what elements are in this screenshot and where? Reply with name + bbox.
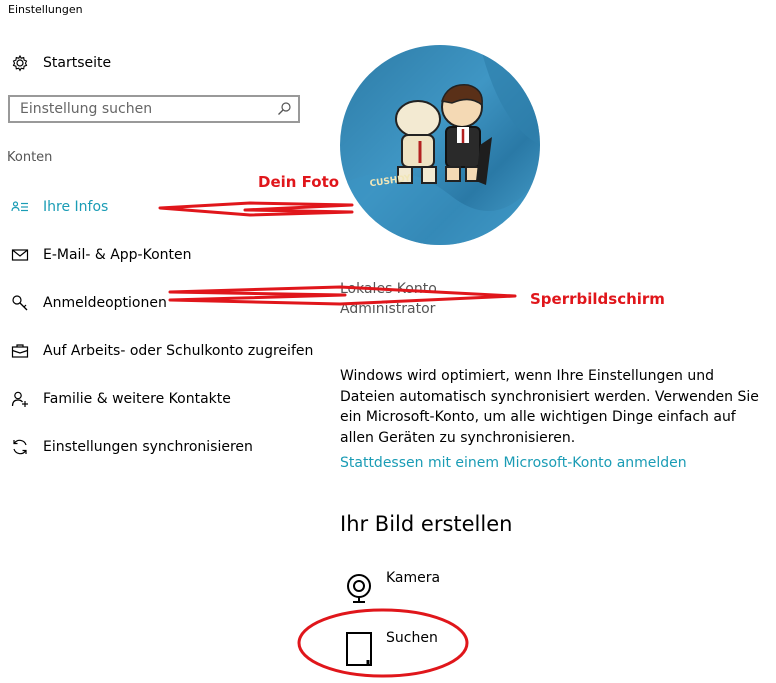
person-list-icon <box>11 201 28 212</box>
account-picture: CUSHDY <box>340 45 540 245</box>
sidebar-item-label: Auf Arbeits- oder Schulkonto zugreifen <box>43 343 314 359</box>
sidebar-item-label: Einstellungen synchronisieren <box>43 439 253 455</box>
gear-icon <box>12 54 28 72</box>
annotation-photo-label: Dein Foto <box>258 173 340 191</box>
person-add-icon <box>11 391 28 407</box>
settings-search-box[interactable] <box>8 95 300 123</box>
sidebar-item-label: Anmeldeoptionen <box>43 295 167 311</box>
sidebar-item-family[interactable]: Familie & weitere Kontakte <box>0 379 320 419</box>
account-role: Administrator <box>340 301 436 317</box>
sidebar-item-label: Ihre Infos <box>43 199 109 215</box>
create-picture-heading: Ihr Bild erstellen <box>340 512 513 536</box>
sync-info-text: Windows wird optimiert, wenn Ihre Einste… <box>340 368 759 446</box>
browse-file-icon <box>346 632 372 666</box>
option-browse-label: Suchen <box>386 630 438 646</box>
sidebar-item-label: Familie & weitere Kontakte <box>43 391 231 407</box>
account-type: Lokales Konto <box>340 281 437 297</box>
sidebar-item-your-info[interactable]: Ihre Infos <box>0 187 320 227</box>
option-camera-label: Kamera <box>386 570 441 586</box>
option-camera[interactable]: Kamera <box>340 570 540 612</box>
sidebar-home[interactable]: Startseite <box>0 43 320 83</box>
sidebar-section-title: Konten <box>7 150 53 165</box>
search-input[interactable] <box>20 100 270 118</box>
briefcase-icon <box>11 344 29 358</box>
sidebar-item-email-accounts[interactable]: E-Mail- & App-Konten <box>0 235 320 275</box>
sidebar-item-sign-in-options[interactable]: Anmeldeoptionen <box>0 283 320 323</box>
annotation-lockscreen-label: Sperrbildschirm <box>530 290 665 308</box>
window-title: Einstellungen <box>8 3 83 16</box>
sync-icon <box>13 439 27 455</box>
sidebar-item-label: E-Mail- & App-Konten <box>43 247 192 263</box>
camera-icon <box>347 574 371 603</box>
search-icon[interactable] <box>276 101 292 117</box>
avatar-image: CUSHDY <box>340 45 540 245</box>
sidebar-home-label: Startseite <box>43 55 112 71</box>
sidebar-item-sync[interactable]: Einstellungen synchronisieren <box>0 427 320 467</box>
key-icon <box>12 295 28 311</box>
ms-account-signin-link[interactable]: Stattdessen mit einem Microsoft-Konto an… <box>340 455 687 471</box>
option-browse[interactable]: Suchen <box>340 630 540 672</box>
mail-icon <box>11 249 29 261</box>
sidebar-item-work-school[interactable]: Auf Arbeits- oder Schulkonto zugreifen <box>0 331 320 371</box>
